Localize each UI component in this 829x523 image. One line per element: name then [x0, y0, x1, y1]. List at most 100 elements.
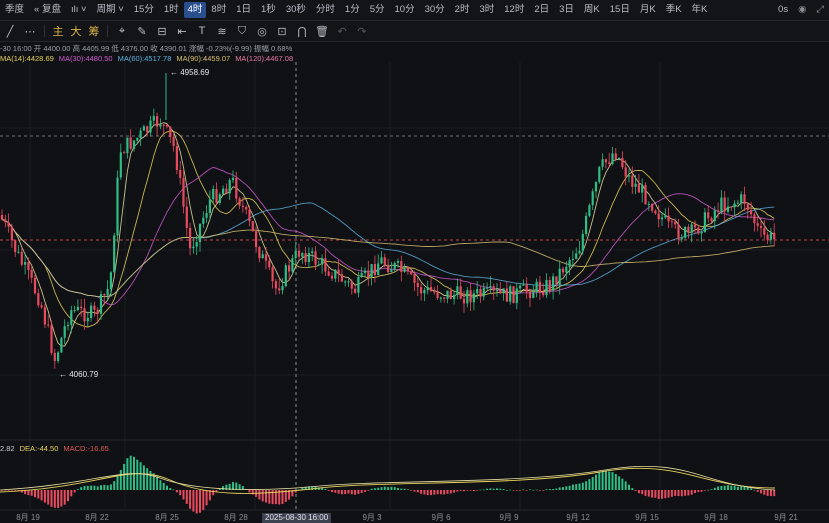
- filter-icon[interactable]: ⛉: [232, 21, 252, 41]
- interval-tab[interactable]: 12时: [499, 0, 529, 20]
- candle-body: [538, 281, 541, 293]
- eye-icon[interactable]: ◎: [252, 21, 272, 41]
- symbol-tab[interactable]: 季度: [0, 0, 29, 20]
- interval-tab[interactable]: 分时: [311, 0, 340, 20]
- macd-bar: [565, 486, 568, 490]
- candle-body: [307, 252, 310, 263]
- candle-body: [225, 188, 228, 194]
- candlestick-chart[interactable]: 8月 19 8月 22 8月 25 8月 28 9月 3 9月 6 9月 9 9月 12 9月 …: [0, 0, 829, 523]
- measure-icon[interactable]: ⇤: [172, 21, 192, 41]
- candle-body: [472, 293, 475, 303]
- candle-body: [746, 203, 749, 210]
- ma-legend-item: MA(30):4480.50: [58, 54, 113, 63]
- interval-tab[interactable]: 30秒: [281, 0, 311, 20]
- candle-body: [119, 152, 122, 178]
- main-indicator-button[interactable]: 主: [49, 21, 67, 41]
- candle-body: [390, 268, 393, 273]
- candle-body: [618, 157, 621, 159]
- macd-bar: [727, 485, 729, 490]
- macd-bar: [400, 488, 403, 490]
- interval-tab[interactable]: 1日: [231, 0, 256, 20]
- interval-tab[interactable]: 1时: [159, 0, 184, 20]
- interval-tab[interactable]: 3时: [474, 0, 499, 20]
- interval-tab[interactable]: 周K: [579, 0, 605, 20]
- camera-icon[interactable]: ◉: [793, 0, 811, 20]
- interval-tab[interactable]: 15分: [129, 0, 159, 20]
- pencil-icon[interactable]: ✎: [132, 21, 152, 41]
- line-tool-icon[interactable]: ╱: [0, 21, 20, 41]
- candle-body: [202, 217, 205, 224]
- macd-bar: [657, 490, 660, 500]
- macd-bar: [664, 490, 667, 499]
- x-axis-label: 9月 15: [635, 513, 659, 522]
- candle-body: [17, 251, 20, 253]
- candle-body: [753, 214, 756, 224]
- macd-bar: [684, 490, 687, 496]
- candle-body: [278, 288, 281, 291]
- big-order-button[interactable]: 大: [67, 21, 85, 41]
- interval-tab[interactable]: 4时: [183, 2, 207, 18]
- macd-bar: [106, 485, 109, 490]
- macd-bar: [591, 477, 594, 490]
- top-toolbar: 季度 « 复盘 ılı ˅ 周期 ˅ 15分 1时 4时 8时 1日 1秒 30秒 分时 1分 5…: [0, 0, 829, 21]
- redo-icon[interactable]: ↷: [352, 21, 372, 41]
- ruler-icon[interactable]: ⊟: [152, 21, 172, 41]
- interval-tab[interactable]: 1分: [340, 0, 365, 20]
- text-icon[interactable]: T: [192, 21, 212, 41]
- candle-body: [139, 130, 142, 138]
- macd-bar: [651, 490, 654, 498]
- macd-bar: [172, 489, 175, 491]
- candle-body: [740, 194, 743, 203]
- candle-body: [274, 281, 277, 289]
- candle-body: [644, 184, 647, 205]
- interval-tab[interactable]: 月K: [635, 0, 661, 20]
- chips-button[interactable]: 筹: [85, 21, 103, 41]
- undo-icon[interactable]: ↶: [332, 21, 352, 41]
- chart-type-icon[interactable]: ılı ˅: [66, 0, 92, 20]
- lock-icon[interactable]: ⊡: [272, 21, 292, 41]
- interval-tab[interactable]: 8时: [206, 0, 231, 20]
- interval-tab[interactable]: 30分: [420, 0, 450, 20]
- interval-tab[interactable]: 3日: [554, 0, 579, 20]
- candle-body: [466, 290, 469, 304]
- candle-body: [499, 290, 502, 294]
- candle-body: [370, 264, 373, 278]
- interval-tab[interactable]: 2日: [529, 0, 554, 20]
- more-tools-icon[interactable]: ⋯: [20, 21, 40, 41]
- macd-bar: [750, 488, 753, 490]
- magnet-icon[interactable]: ⋂: [292, 21, 312, 41]
- macd-bar: [189, 490, 192, 509]
- fib-icon[interactable]: ≋: [212, 21, 232, 41]
- interval-tab[interactable]: 2时: [450, 0, 475, 20]
- interval-tab[interactable]: 5分: [365, 0, 390, 20]
- interval-tab[interactable]: 季K: [661, 0, 687, 20]
- candle-body: [340, 274, 343, 282]
- candle-body: [439, 297, 442, 299]
- macd-bar: [766, 490, 769, 496]
- interval-tab[interactable]: 15日: [605, 0, 635, 20]
- candle-body: [512, 286, 515, 304]
- trash-icon[interactable]: 🗑: [312, 21, 332, 41]
- x-axis-label: 9月 9: [499, 513, 519, 522]
- crosshair-icon[interactable]: ⌖: [112, 21, 132, 41]
- fullscreen-icon[interactable]: ⤢: [811, 0, 829, 20]
- macd-bar: [707, 489, 710, 491]
- interval-tab[interactable]: 年K: [687, 0, 713, 20]
- candle-body: [47, 324, 50, 326]
- candle-body: [456, 286, 459, 295]
- restore-button[interactable]: « 复盘: [29, 0, 66, 20]
- candle-body: [116, 177, 119, 236]
- interval-tab[interactable]: 10分: [390, 0, 420, 20]
- interval-list: 15分 1时 4时 8时 1日 1秒 30秒 分时 1分 5分 10分 30分 2时 3时 12时 2日 3日周…: [129, 0, 713, 20]
- candle-body: [192, 246, 195, 249]
- macd-bar: [618, 476, 621, 490]
- interval-tab[interactable]: 1秒: [256, 0, 281, 20]
- macd-bar: [439, 490, 442, 495]
- candle-body: [700, 231, 703, 234]
- macd-bar: [661, 490, 663, 499]
- macd-bar: [637, 490, 640, 494]
- candle-body: [535, 281, 538, 293]
- candle-body: [294, 250, 297, 259]
- period-selector[interactable]: 周期 ˅: [92, 0, 129, 20]
- candle-body: [208, 199, 211, 214]
